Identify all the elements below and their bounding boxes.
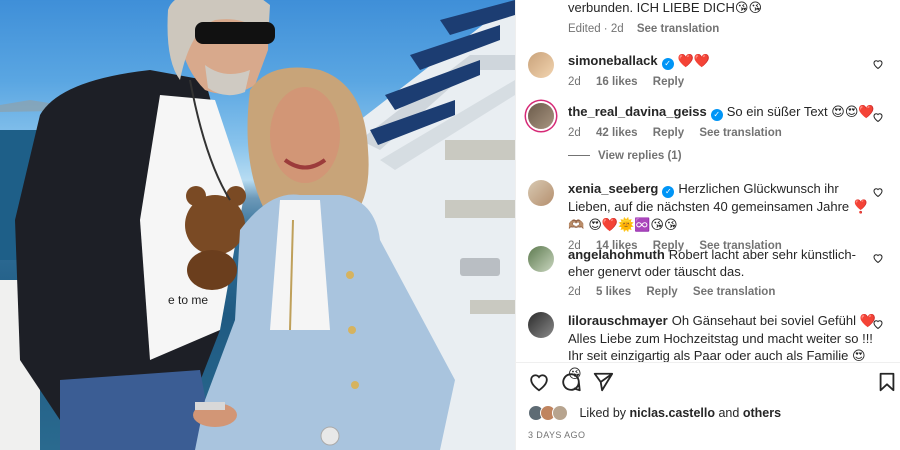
comment-likes[interactable]: 5 likes xyxy=(596,286,631,298)
comment-username[interactable]: lilorauschmayer xyxy=(568,313,668,328)
comment-likes[interactable]: 42 likes xyxy=(596,127,638,139)
reply-button[interactable]: Reply xyxy=(653,127,684,139)
comment-likes[interactable]: 16 likes xyxy=(596,76,638,88)
comment-text: Oh Gänsehaut bei soviel Gefühl xyxy=(671,313,856,328)
post-photo[interactable]: e to me xyxy=(0,0,515,450)
like-heart-icon[interactable] xyxy=(872,318,884,330)
view-replies-button[interactable]: View replies (1) xyxy=(568,150,682,162)
avatar[interactable] xyxy=(528,246,554,272)
comment-time[interactable]: 2d xyxy=(568,76,581,88)
comment-time[interactable]: 2d xyxy=(568,286,581,298)
liked-by-avatars xyxy=(528,405,572,421)
comment-username[interactable]: the_real_davina_geiss xyxy=(568,104,707,119)
comment-username[interactable]: angelahohmuth xyxy=(568,247,665,262)
comment-username[interactable]: xenia_seeberg xyxy=(568,181,658,196)
heart-icon[interactable] xyxy=(528,371,550,393)
reply-button[interactable]: Reply xyxy=(653,76,684,88)
liked-by-others[interactable]: others xyxy=(743,406,781,420)
caption-see-translation[interactable]: See translation xyxy=(637,23,719,35)
liked-by[interactable]: Liked by niclas.castello and others xyxy=(528,405,781,421)
like-heart-icon[interactable] xyxy=(872,186,884,198)
avatar[interactable] xyxy=(528,180,554,206)
replies-divider-line xyxy=(568,155,590,156)
liked-by-prefix: Liked by xyxy=(579,406,627,420)
caption-edited: Edited · 2d xyxy=(568,23,624,35)
caption-text: verbunden. ICH LIEBE DICH xyxy=(568,0,735,15)
actions-divider xyxy=(516,362,900,363)
avatar[interactable] xyxy=(528,52,554,78)
comment-text: So ein süßer Text xyxy=(726,104,828,119)
like-heart-icon[interactable] xyxy=(872,252,884,264)
avatar xyxy=(552,405,568,421)
bookmark-icon[interactable] xyxy=(876,371,898,393)
share-icon[interactable] xyxy=(592,371,614,393)
comment-icon[interactable] xyxy=(560,371,582,393)
post-timestamp[interactable]: 3 DAYS AGO xyxy=(528,430,585,440)
couple-photo-illustration: e to me xyxy=(0,0,515,450)
action-bar xyxy=(528,371,898,395)
reply-button[interactable]: Reply xyxy=(646,286,677,298)
comment-text-continued: Alles Liebe zum Hochzeitstag und macht w… xyxy=(568,331,873,363)
comment-emoji: ❤️❤️ xyxy=(677,54,710,69)
comment-emoji: 😍😍❤️ xyxy=(831,105,875,120)
svg-text:e to me: e to me xyxy=(168,293,208,307)
caption-emoji: 😘😘 xyxy=(734,1,763,16)
view-replies-label: View replies (1) xyxy=(598,150,682,162)
comments-panel: verbunden. ICH LIEBE DICH😘😘 Edited · 2d … xyxy=(515,0,900,450)
comment-username[interactable]: simoneballack xyxy=(568,53,658,68)
avatar[interactable] xyxy=(528,103,554,129)
like-heart-icon[interactable] xyxy=(872,111,884,123)
verified-badge-icon: ✓ xyxy=(662,186,675,198)
avatar[interactable] xyxy=(528,312,554,338)
like-heart-icon[interactable] xyxy=(872,58,884,70)
verified-badge-icon: ✓ xyxy=(710,109,723,121)
see-translation-link[interactable]: See translation xyxy=(693,286,775,298)
verified-badge-icon: ✓ xyxy=(661,58,674,70)
see-translation-link[interactable]: See translation xyxy=(699,127,781,139)
comment-time[interactable]: 2d xyxy=(568,127,581,139)
caption-tail: verbunden. ICH LIEBE DICH😘😘 Edited · 2d … xyxy=(568,0,762,37)
liked-by-user[interactable]: niclas.castello xyxy=(630,406,715,420)
liked-by-joiner: and xyxy=(718,406,740,420)
